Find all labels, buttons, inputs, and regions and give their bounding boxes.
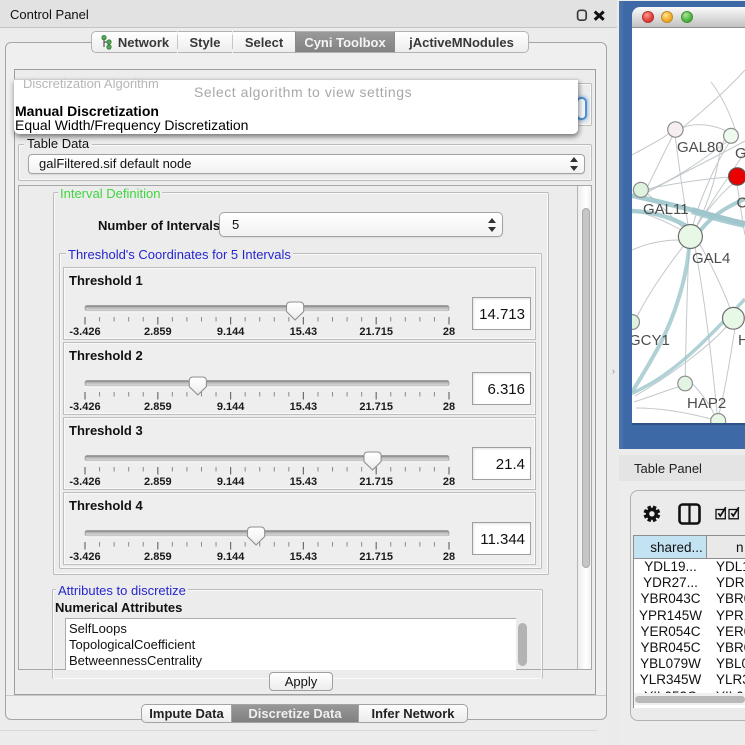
svg-text:2.859: 2.859 xyxy=(144,551,172,563)
svg-text:21.715: 21.715 xyxy=(359,551,393,563)
svg-text:GAL4: GAL4 xyxy=(692,250,730,267)
svg-text:GAL80: GAL80 xyxy=(677,139,724,156)
svg-text:28: 28 xyxy=(443,401,455,413)
svg-text:15.43: 15.43 xyxy=(290,551,318,563)
svg-text:9.144: 9.144 xyxy=(217,476,245,488)
svg-text:GCY1: GCY1 xyxy=(632,332,670,349)
svg-text:-3.426: -3.426 xyxy=(69,401,100,413)
svg-text:GAL11: GAL11 xyxy=(643,201,689,218)
svg-text:9.144: 9.144 xyxy=(217,551,245,563)
svg-text:2.859: 2.859 xyxy=(144,401,172,413)
svg-text:HAP2: HAP2 xyxy=(687,395,726,412)
svg-text:C: C xyxy=(737,195,745,212)
svg-text:28: 28 xyxy=(443,551,455,563)
svg-text:21.715: 21.715 xyxy=(359,326,393,338)
svg-text:G.: G. xyxy=(735,145,745,162)
svg-text:2.859: 2.859 xyxy=(144,326,172,338)
svg-text:28: 28 xyxy=(443,476,455,488)
svg-text:15.43: 15.43 xyxy=(290,326,318,338)
svg-text:-3.426: -3.426 xyxy=(69,551,100,563)
svg-text:21.715: 21.715 xyxy=(359,401,393,413)
svg-text:9.144: 9.144 xyxy=(217,326,245,338)
svg-text:15.43: 15.43 xyxy=(290,476,318,488)
svg-text:H: H xyxy=(738,332,745,349)
svg-text:21.715: 21.715 xyxy=(359,476,393,488)
svg-text:28: 28 xyxy=(443,326,455,338)
svg-text:15.43: 15.43 xyxy=(290,401,318,413)
svg-text:9.144: 9.144 xyxy=(217,401,245,413)
svg-text:-3.426: -3.426 xyxy=(69,326,100,338)
svg-text:-3.426: -3.426 xyxy=(69,476,100,488)
svg-text:2.859: 2.859 xyxy=(144,476,172,488)
